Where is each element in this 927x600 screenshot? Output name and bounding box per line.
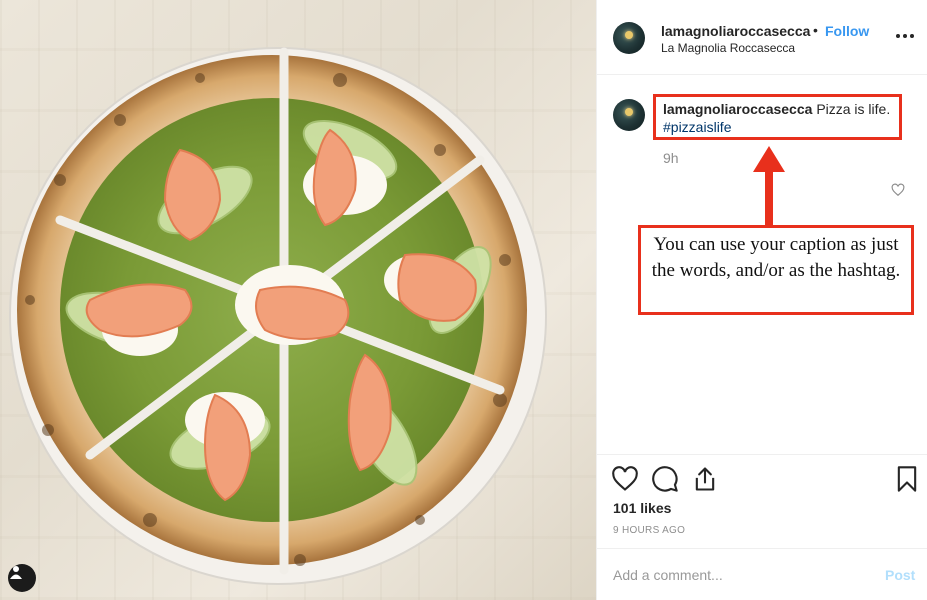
heart-icon[interactable]	[611, 465, 639, 493]
caption-highlight-box	[653, 94, 902, 140]
header-username[interactable]: lamagnoliaroccasecca	[661, 23, 810, 39]
like-count[interactable]: 101 likes	[613, 500, 671, 516]
user-tag-icon[interactable]	[8, 564, 36, 592]
comment-bar: Post	[597, 548, 927, 600]
post-actions: 101 likes 9 HOURS AGO	[597, 454, 927, 548]
comment-input[interactable]	[613, 564, 863, 586]
annotation-arrow-icon	[753, 146, 785, 226]
comment-icon[interactable]	[651, 465, 679, 493]
post-timestamp[interactable]: 9 HOURS AGO	[613, 525, 685, 536]
annotation-note: You can use your caption as just the wor…	[638, 225, 914, 315]
bookmark-icon[interactable]	[893, 465, 921, 493]
post-photo[interactable]	[0, 0, 596, 600]
more-horizontal-icon[interactable]	[895, 26, 915, 46]
location-link[interactable]: La Magnolia Roccasecca	[661, 41, 795, 55]
pizza-image	[9, 47, 547, 585]
caption-time[interactable]: 9h	[663, 150, 679, 166]
avatar[interactable]	[613, 22, 645, 54]
heart-outline-icon[interactable]	[891, 183, 905, 197]
avatar[interactable]	[613, 99, 645, 131]
post-comment-button[interactable]: Post	[885, 567, 915, 583]
post-header: lamagnoliaroccasecca • Follow La Magnoli…	[597, 0, 927, 75]
follow-button[interactable]: Follow	[825, 23, 869, 39]
share-icon[interactable]	[691, 465, 719, 493]
separator-dot: •	[813, 22, 818, 38]
